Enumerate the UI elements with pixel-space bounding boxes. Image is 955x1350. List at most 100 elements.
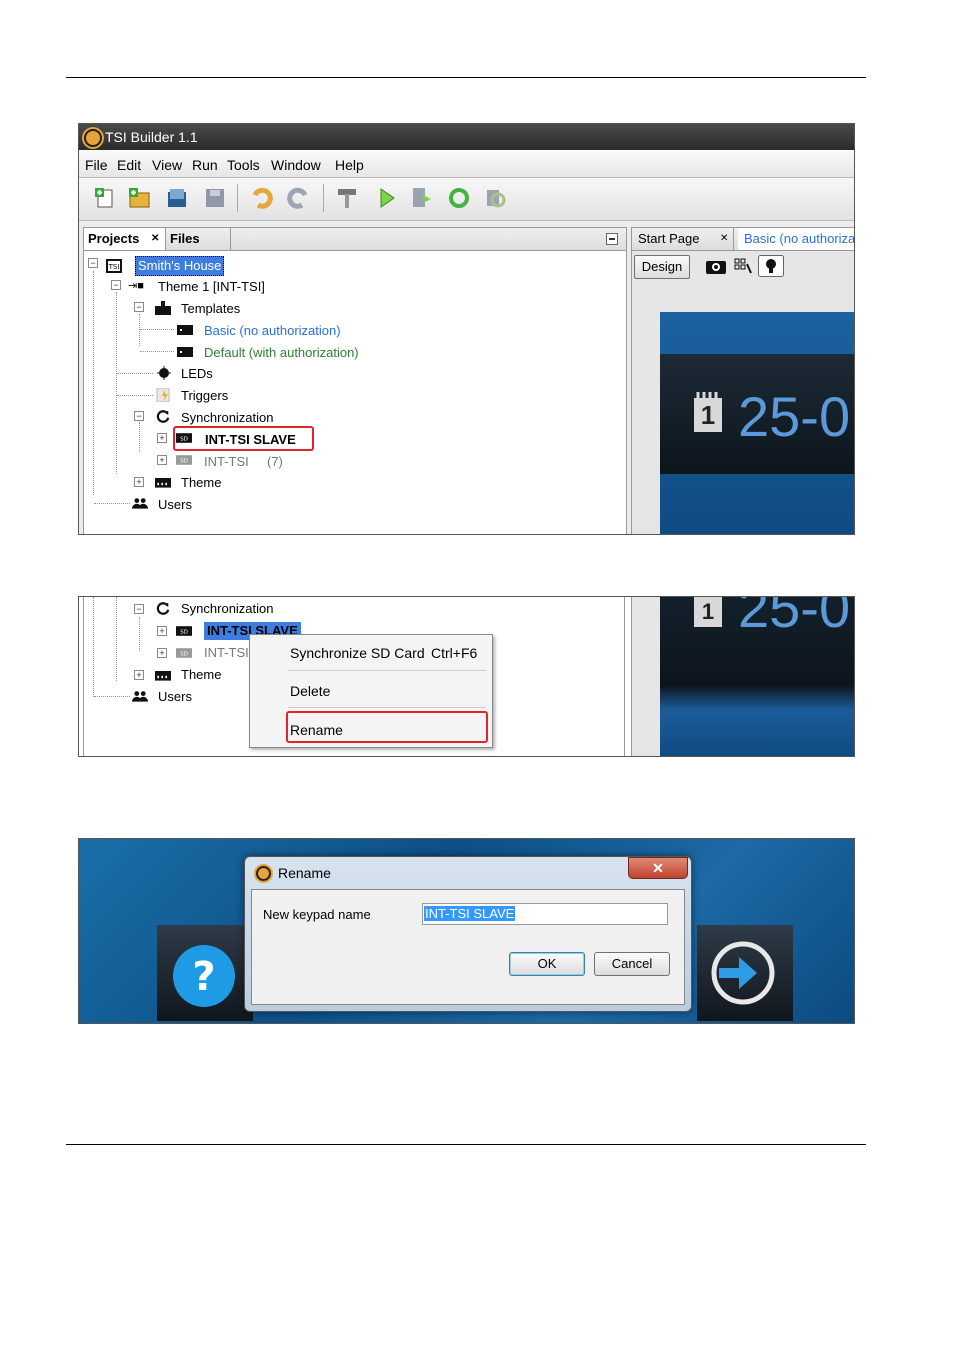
svg-text:?: ? [192,954,215,1000]
tab-files-label: Files [170,231,200,246]
tree-project-node[interactable]: Smith's House [135,256,225,276]
redo-icon[interactable] [287,186,311,210]
preview-canvas: 1 25-0 [660,596,854,756]
menu-item-delete[interactable]: Delete [290,683,330,699]
bottom-rule [66,1144,866,1145]
menu-item-sync[interactable]: Synchronize SD Card Ctrl+F6 [290,645,486,665]
menu-separator [288,670,486,671]
tree-line [117,395,153,396]
expand-toggle[interactable]: + [157,433,167,443]
menu-file[interactable]: File [85,157,108,173]
preview-day: 1 [700,400,716,430]
menu-help[interactable]: Help [335,157,364,173]
toolbar-separator [237,184,238,212]
synchronization-icon [156,602,170,615]
menu-edit[interactable]: Edit [117,157,141,173]
expand-toggle[interactable]: + [157,626,167,636]
template-default-icon [177,347,193,357]
menu-separator [288,707,486,708]
collapse-toggle[interactable]: − [134,604,144,614]
exit-tile [697,925,793,1021]
ok-button[interactable]: OK [509,952,585,976]
send-icon[interactable] [409,186,433,210]
grid-tool-icon[interactable] [734,258,752,274]
design-button[interactable]: Design [634,255,690,279]
tree-int-tsi-node[interactable]: INT-TSI [204,453,249,471]
close-icon: ✕ [652,860,664,876]
dialog-close-button[interactable]: ✕ [628,857,688,879]
expand-toggle[interactable]: + [157,648,167,658]
run-icon[interactable] [375,186,399,210]
tab-close-icon[interactable]: ✕ [720,228,728,250]
tree-template-basic[interactable]: Basic (no authorization) [204,322,341,340]
cancel-button[interactable]: Cancel [594,952,670,976]
help-icon[interactable]: ? [171,943,237,1009]
tree-templates-node[interactable]: Templates [181,300,240,318]
collapse-toggle[interactable]: − [88,258,98,268]
tab-basic[interactable]: Basic (no authoriza [738,228,854,250]
tree-int-tsi-node[interactable]: INT-TSI [204,644,249,662]
keypad-name-label: New keypad name [263,907,371,922]
tab-start-page[interactable]: Start Page ✕ [632,228,734,250]
lightbulb-icon[interactable] [758,255,784,277]
users-icon [132,498,148,509]
tree-users-node[interactable]: Users [158,496,192,514]
tree-template-default[interactable]: Default (with authorization) [204,344,359,362]
new-project-icon[interactable] [127,186,151,210]
theme-pin-icon: ⇥■ [128,280,144,292]
tree-users-node[interactable]: Users [158,688,192,706]
tree-line [93,597,94,697]
build-hammer-icon[interactable] [335,186,359,210]
title-bar: TSI Builder 1.1 [79,124,854,150]
expand-toggle[interactable]: + [157,455,167,465]
expand-toggle[interactable]: + [134,670,144,680]
synchronization-icon [156,410,170,423]
menu-view[interactable]: View [152,157,182,173]
preview-day: 1 [701,599,715,624]
undo-icon[interactable] [249,186,273,210]
menu-run[interactable]: Run [192,157,218,173]
exit-arrow-icon[interactable] [709,939,777,1007]
tree-line [140,329,174,330]
preview-date: 25-0 [738,596,851,639]
save-icon[interactable] [203,186,227,210]
keypad-name-value: INT-TSI SLAVE [424,906,516,921]
menu-tools[interactable]: Tools [227,157,260,173]
tree-synchronization-node[interactable]: Synchronization [181,409,274,427]
tree-line [116,292,117,474]
tree-leds-node[interactable]: LEDs [181,365,213,383]
dialog-body: New keypad name INT-TSI SLAVE OK Cancel [251,889,685,1005]
minimize-panel-icon[interactable] [606,233,618,245]
camera-icon[interactable] [706,258,726,274]
collapse-toggle[interactable]: − [134,302,144,312]
rename-dialog-screenshot: ? Rename ✕ New keypad name INT-TSI SLAVE… [78,838,855,1024]
open-project-icon[interactable] [165,186,189,210]
sync-icon[interactable] [447,186,471,210]
trigger-icon [156,388,170,402]
tree-triggers-node[interactable]: Triggers [181,387,228,405]
menu-bar: File Edit View Run Tools Window Help [79,150,854,178]
tree-theme-node[interactable]: Theme [181,666,221,684]
templates-icon [155,301,171,315]
top-rule [66,77,866,78]
tree-synchronization-node[interactable]: Synchronization [181,600,274,618]
builder-window-screenshot: TSI Builder 1.1 File Edit View Run Tools… [78,123,855,535]
tab-projects[interactable]: Projects ✕ [84,228,166,250]
expand-toggle[interactable]: + [134,477,144,487]
tree-theme1-node[interactable]: Theme 1 [INT-TSI] [158,278,265,296]
collapse-toggle[interactable]: − [134,411,144,421]
tree-int-tsi-count: (7) [267,454,283,469]
new-file-icon[interactable] [93,186,117,210]
rename-dialog: Rename ✕ New keypad name INT-TSI SLAVE O… [244,856,692,1012]
context-menu-screenshot: − Synchronization + SD INT-TSI SLAVE + S… [78,596,855,757]
tree-theme-node[interactable]: Theme [181,474,221,492]
tab-files[interactable]: Files [170,228,231,250]
collapse-toggle[interactable]: − [111,280,121,290]
tab-close-icon[interactable]: ✕ [151,228,159,250]
keypad-name-input[interactable]: INT-TSI SLAVE [422,903,668,925]
main-toolbar [79,178,854,221]
editor-panel: Start Page ✕ Basic (no authoriza Design … [631,227,854,534]
menu-window[interactable]: Window [271,157,321,173]
sync-send-icon[interactable] [483,186,507,210]
context-menu: Synchronize SD Card Ctrl+F6 Delete Renam… [249,634,493,748]
